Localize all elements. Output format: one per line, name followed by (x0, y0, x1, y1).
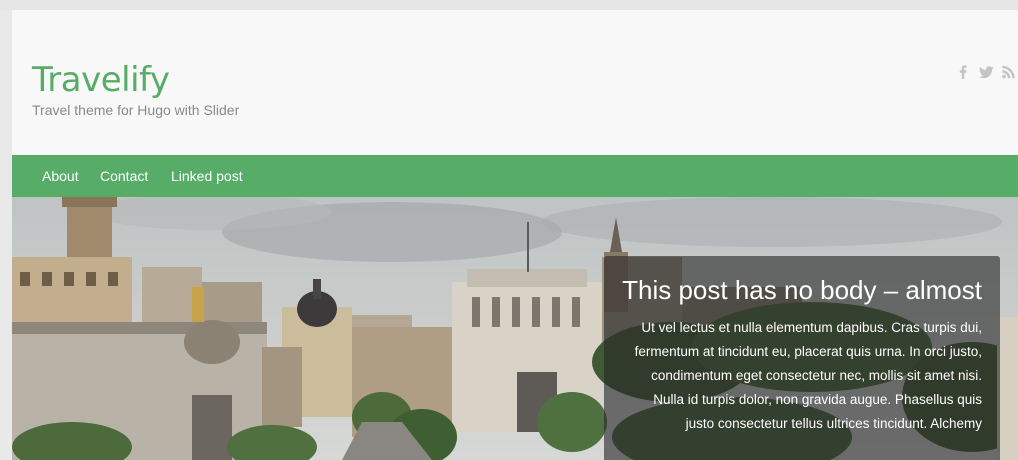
site-title[interactable]: Travelify (32, 60, 170, 100)
top-strip (0, 0, 1018, 10)
nav-item-linked-post[interactable]: Linked post (171, 168, 243, 184)
site-description: Travel theme for Hugo with Slider (32, 102, 240, 118)
slider-title[interactable]: This post has no body – almost (604, 274, 982, 306)
page-wrapper: Travelify Travel theme for Hugo with Sli… (12, 10, 1018, 460)
featured-slider[interactable]: This post has no body – almost Ut vel le… (12, 197, 1018, 460)
nav-item-about[interactable]: About (42, 168, 79, 184)
rss-icon[interactable] (1002, 65, 1016, 79)
main-navigation: About Contact Linked post (12, 155, 1018, 197)
social-icons (956, 65, 1016, 79)
slider-caption: This post has no body – almost Ut vel le… (604, 256, 1000, 460)
twitter-icon[interactable] (979, 65, 994, 79)
site-header: Travelify Travel theme for Hugo with Sli… (12, 10, 1018, 155)
slider-excerpt: Ut vel lectus et nulla elementum dapibus… (634, 320, 982, 431)
nav-item-contact[interactable]: Contact (100, 168, 148, 184)
facebook-icon[interactable] (956, 65, 970, 79)
